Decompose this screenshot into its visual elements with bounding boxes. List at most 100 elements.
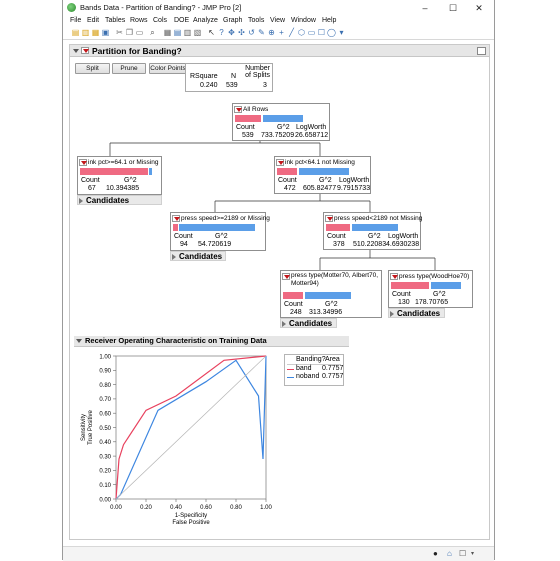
copy-icon[interactable]: ❐: [125, 28, 134, 37]
menu-cols[interactable]: Cols: [153, 17, 167, 24]
script-icon[interactable]: ▥: [183, 28, 192, 37]
polygon-tool-icon[interactable]: ⬡: [297, 28, 306, 37]
count-value: 378: [333, 241, 345, 248]
x-tick-label: 1.00: [260, 505, 272, 511]
y-tick-label: 0.50: [99, 426, 111, 432]
grabber-tool-icon[interactable]: ✣: [237, 28, 246, 37]
y-tick-label: 0.30: [99, 454, 111, 460]
menu-tables[interactable]: Tables: [105, 17, 125, 24]
minimize-button[interactable]: –: [414, 1, 436, 15]
zoom-tool-icon[interactable]: ⊕: [267, 28, 276, 37]
count-label: Count: [278, 177, 297, 184]
node-menu-icon[interactable]: [172, 215, 180, 222]
g2-label: G^2: [368, 233, 381, 240]
arrow-tool-icon[interactable]: ↖: [207, 28, 216, 37]
layout-icon[interactable]: ▧: [193, 28, 202, 37]
y-tick-label: 0.10: [99, 483, 111, 489]
tree-node-press-type-motter[interactable]: press type(Motter70, Albert70, Motter94)…: [280, 270, 382, 318]
window-title: Bands Data - Partition of Banding? - JMP…: [80, 3, 242, 12]
window-list-icon[interactable]: ☐: [459, 549, 466, 558]
menu-tools[interactable]: Tools: [248, 17, 264, 24]
band-proportion-bar: [173, 224, 178, 231]
menu-rows[interactable]: Rows: [130, 17, 148, 24]
g2-value: 313.34996: [309, 309, 343, 316]
node-menu-icon[interactable]: [282, 273, 290, 280]
open-icon[interactable]: ▦: [91, 28, 100, 37]
annotate-tool-icon[interactable]: ☐: [317, 28, 326, 37]
paste-icon[interactable]: ▭: [135, 28, 144, 37]
menu-file[interactable]: File: [70, 17, 81, 24]
menu-view[interactable]: View: [270, 17, 285, 24]
g2-label: G^2: [433, 291, 446, 298]
g2-label: G^2: [215, 233, 228, 240]
line-tool-icon[interactable]: ╱: [287, 28, 296, 37]
count-value: 539: [242, 132, 254, 139]
cut-icon[interactable]: ✂: [115, 28, 124, 37]
count-value: 130: [398, 299, 410, 306]
simple-shapes-icon[interactable]: ◯: [327, 28, 336, 37]
g2-value: 605.82477: [303, 185, 337, 192]
node-menu-icon[interactable]: [79, 159, 87, 166]
partition-report: Partition for Banding? Split Prune Color…: [69, 44, 490, 540]
candidates-toggle[interactable]: Candidates: [77, 195, 162, 205]
menu-analyze[interactable]: Analyze: [193, 17, 218, 24]
tree-node-all-rows[interactable]: All Rows Count G^2 LogWorth 539 733.7520…: [232, 103, 330, 141]
menu-edit[interactable]: Edit: [87, 17, 99, 24]
new-script-icon[interactable]: ▥: [81, 28, 90, 37]
y-tick-label: 0.40: [99, 440, 111, 446]
menu-graph[interactable]: Graph: [223, 17, 242, 24]
node-menu-icon[interactable]: [325, 215, 333, 222]
menu-help[interactable]: Help: [322, 17, 336, 24]
crosshair-tool-icon[interactable]: +: [277, 28, 286, 37]
node-title: All Rows: [243, 106, 269, 113]
rectangle-tool-icon[interactable]: ▭: [307, 28, 316, 37]
new-table-icon[interactable]: ▤: [71, 28, 80, 37]
selection-tool-icon[interactable]: ✥: [227, 28, 236, 37]
disclosure-icon[interactable]: [76, 339, 82, 343]
node-menu-icon[interactable]: [234, 106, 242, 113]
candidates-toggle[interactable]: Candidates: [170, 251, 226, 261]
table-icon[interactable]: ▦: [163, 28, 172, 37]
tree-node-press-speed-low[interactable]: press speed<2189 not Missing Count G^2 L…: [323, 212, 422, 250]
help-tool-icon[interactable]: ?: [217, 28, 226, 37]
x-tick-label: 0.20: [140, 505, 152, 511]
count-label: Count: [236, 124, 255, 131]
x-axis-label: 1-Specificity: [175, 513, 207, 519]
toolbar: ▤ ▥ ▦ ▣ ✂ ❐ ▭ ⌕ ▦ ▤ ▥ ▧ ↖ ? ✥ ✣ ↺ ✎ ⊕ + …: [63, 27, 494, 40]
roc-section-header[interactable]: Receiver Operating Characteristic on Tra…: [74, 336, 349, 347]
y-axis-label: Sensitivity: [81, 414, 87, 441]
search-icon[interactable]: ⌕: [148, 28, 157, 37]
info-icon[interactable]: ●: [433, 549, 438, 558]
count-value: 472: [284, 185, 296, 192]
tree-node-ink-pct-high[interactable]: ink pct>=64.1 or Missing Count G^2 67 10…: [77, 156, 162, 195]
legend-header-var: Banding?: [296, 356, 326, 363]
roc-section-title: Receiver Operating Characteristic on Tra…: [85, 336, 267, 345]
candidates-toggle[interactable]: Candidates: [388, 308, 445, 318]
noband-proportion-bar: [149, 168, 152, 175]
maximize-button[interactable]: ☐: [442, 1, 464, 15]
tree-node-press-speed-high[interactable]: press speed>=2189 or Missing Count G^2 9…: [170, 212, 270, 251]
toolbar-overflow-icon[interactable]: ▾: [337, 28, 346, 37]
node-menu-icon[interactable]: [276, 159, 284, 166]
tree-node-press-type-woodhoe[interactable]: press type(WoodHoe70) Count G^2 130 178.…: [388, 270, 473, 308]
menu-bar: File Edit Tables Rows Cols DOE Analyze G…: [63, 16, 494, 27]
logworth-label: LogWorth: [388, 233, 419, 240]
node-menu-icon[interactable]: [390, 273, 398, 280]
expand-triangle-icon: [282, 321, 286, 327]
y-axis-label: True Positive: [88, 409, 94, 444]
save-icon[interactable]: ▣: [101, 28, 110, 37]
brush-tool-icon[interactable]: ✎: [257, 28, 266, 37]
menu-doe[interactable]: DOE: [174, 17, 189, 24]
report-icon[interactable]: ▤: [173, 28, 182, 37]
legend-swatch-noband: [287, 377, 294, 378]
band-proportion-bar: [80, 168, 148, 175]
count-label: Count: [174, 233, 193, 240]
window-list-dropdown-icon[interactable]: ▾: [471, 550, 474, 557]
tree-node-ink-pct-low[interactable]: ink pct<64.1 not Missing Count G^2 LogWo…: [274, 156, 371, 194]
status-bar: ● ⌂ ☐ ▾: [63, 546, 494, 561]
candidates-toggle[interactable]: Candidates: [280, 318, 337, 328]
lasso-tool-icon[interactable]: ↺: [247, 28, 256, 37]
close-button[interactable]: ✕: [468, 1, 490, 15]
menu-window[interactable]: Window: [291, 17, 316, 24]
home-icon[interactable]: ⌂: [447, 549, 452, 558]
